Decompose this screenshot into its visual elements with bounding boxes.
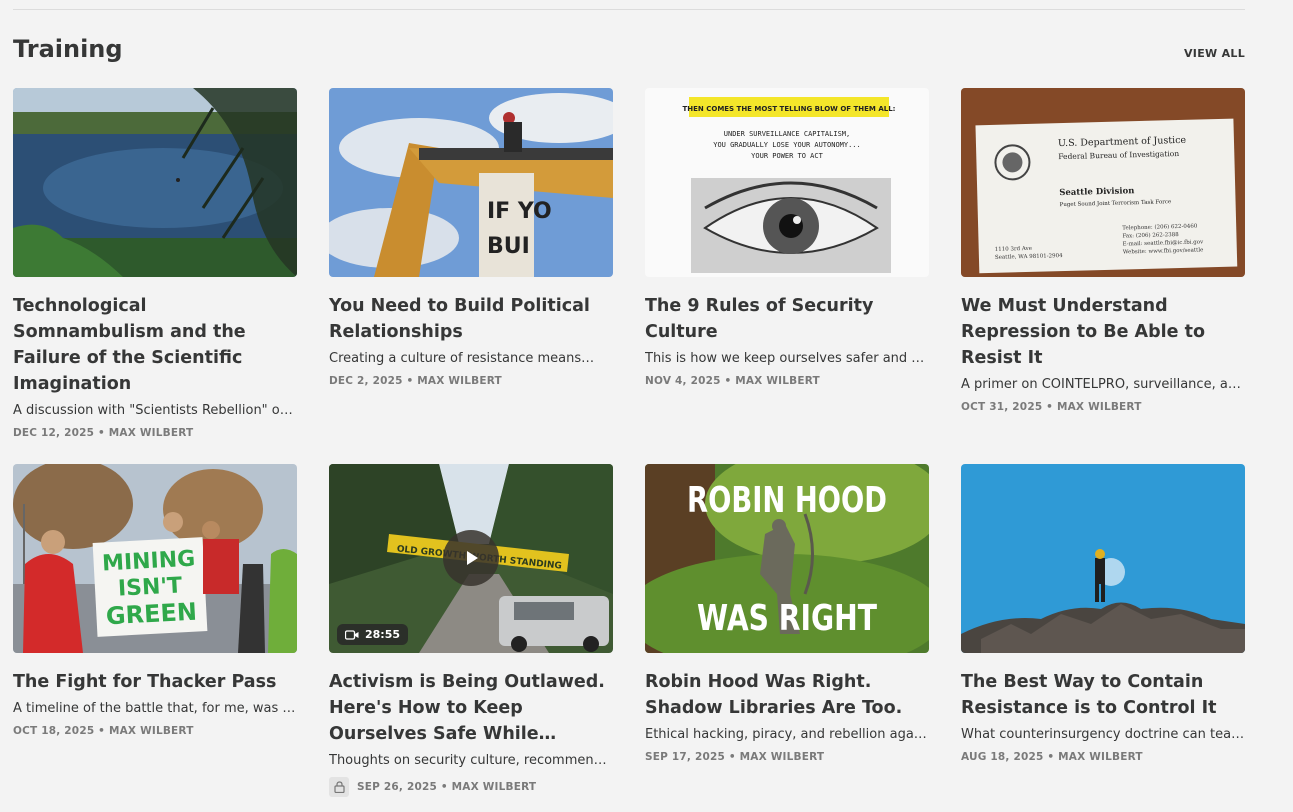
lake-image — [13, 88, 297, 277]
video-duration: 28:55 — [365, 628, 401, 641]
post-card[interactable]: The Best Way to Contain Resistance is to… — [961, 464, 1245, 763]
svg-text:UNDER SURVEILLANCE CAPITALISM,: UNDER SURVEILLANCE CAPITALISM, — [724, 130, 850, 138]
protest-march-image: MINING ISN'T GREEN — [13, 464, 297, 653]
post-subtitle: Ethical hacking, piracy, and rebellion a… — [645, 727, 929, 742]
play-button[interactable] — [443, 530, 499, 586]
post-subtitle: Thoughts on security culture, recommende… — [329, 753, 613, 768]
post-title[interactable]: Activism is Being Outlawed. Here's How t… — [329, 669, 613, 747]
post-thumbnail[interactable]: THEN COMES THE MOST TELLING BLOW OF THEM… — [645, 88, 929, 277]
post-subtitle: A timeline of the battle that, for me, w… — [13, 701, 297, 716]
post-meta: DEC 12, 2025 • MAX WILBERT — [13, 427, 297, 439]
post-thumbnail[interactable]: OLD GROWTH WORTH STANDING 28:55 — [329, 464, 613, 653]
post-subtitle: This is how we keep ourselves safer and … — [645, 351, 929, 366]
post-meta: SEP 17, 2025 • MAX WILBERT — [645, 751, 929, 763]
fbi-business-card-image: U.S. Department of Justice Federal Burea… — [961, 88, 1245, 277]
surveillance-eye-image: THEN COMES THE MOST TELLING BLOW OF THEM… — [645, 88, 929, 277]
post-meta: AUG 18, 2025 • MAX WILBERT — [961, 751, 1245, 763]
svg-text:ISN'T: ISN'T — [117, 573, 182, 601]
post-date-author: DEC 12, 2025 • MAX WILBERT — [13, 427, 194, 439]
post-card[interactable]: ROBIN HOOD WAS RIGHT Robin Hood Was Righ… — [645, 464, 929, 763]
post-date-author: NOV 4, 2025 • MAX WILBERT — [645, 375, 820, 387]
sign-text: IF YO — [487, 199, 552, 224]
post-title[interactable]: Robin Hood Was Right. Shadow Libraries A… — [645, 669, 929, 721]
post-card[interactable]: THEN COMES THE MOST TELLING BLOW OF THEM… — [645, 88, 929, 387]
video-camera-icon — [345, 629, 359, 640]
post-thumbnail[interactable]: U.S. Department of Justice Federal Burea… — [961, 88, 1245, 277]
post-title[interactable]: The 9 Rules of Security Culture — [645, 293, 929, 345]
svg-text:MINING: MINING — [101, 547, 195, 577]
post-date-author: DEC 2, 2025 • MAX WILBERT — [329, 375, 502, 387]
image-text-bottom: WAS RIGHT — [697, 598, 877, 639]
post-meta: OCT 18, 2025 • MAX WILBERT — [13, 725, 297, 737]
post-meta: DEC 2, 2025 • MAX WILBERT — [329, 375, 613, 387]
robin-hood-statue-image: ROBIN HOOD WAS RIGHT — [645, 464, 929, 653]
post-meta: SEP 26, 2025 • MAX WILBERT — [329, 777, 613, 797]
lock-icon — [333, 781, 345, 793]
post-thumbnail[interactable]: MINING ISN'T GREEN — [13, 464, 297, 653]
svg-text:YOUR POWER TO ACT: YOUR POWER TO ACT — [751, 152, 823, 160]
play-icon — [467, 551, 478, 565]
view-all-link[interactable]: VIEW ALL — [1184, 47, 1245, 60]
post-subtitle: A primer on COINTELPRO, surveillance, an… — [961, 377, 1245, 392]
image-text-top: ROBIN HOOD — [687, 480, 887, 521]
svg-text:Seattle Division: Seattle Division — [1059, 186, 1134, 198]
post-thumbnail[interactable] — [961, 464, 1245, 653]
post-thumbnail[interactable]: IF YO BUI — [329, 88, 613, 277]
post-title[interactable]: We Must Understand Repression to Be Able… — [961, 293, 1245, 371]
post-card[interactable]: Technological Somnambulism and the Failu… — [13, 88, 297, 439]
post-subtitle: What counterinsurgency doctrine can teac… — [961, 727, 1245, 742]
post-card[interactable]: IF YO BUI You Need to Build Political Re… — [329, 88, 613, 387]
post-card[interactable]: MINING ISN'T GREEN The Fight for Thacker… — [13, 464, 297, 737]
svg-text:YOU GRADUALLY LOSE YOUR AUTONO: YOU GRADUALLY LOSE YOUR AUTONOMY... — [713, 141, 861, 149]
post-card[interactable]: OLD GROWTH WORTH STANDING 28:55 Activism… — [329, 464, 613, 797]
svg-text:GREEN: GREEN — [105, 598, 197, 631]
svg-text:1110 3rd Ave: 1110 3rd Ave — [995, 246, 1032, 253]
rock-summit-image — [961, 464, 1245, 653]
post-meta: OCT 31, 2025 • MAX WILBERT — [961, 401, 1245, 413]
section-title: Training — [13, 35, 123, 63]
post-title[interactable]: The Fight for Thacker Pass — [13, 669, 297, 695]
post-date-author: SEP 26, 2025 • MAX WILBERT — [357, 781, 537, 793]
top-divider — [13, 9, 1245, 10]
post-subtitle: Creating a culture of resistance means… — [329, 351, 595, 366]
post-thumbnail[interactable] — [13, 88, 297, 277]
post-title[interactable]: You Need to Build Political Relationship… — [329, 293, 613, 345]
image-banner: THEN COMES THE MOST TELLING BLOW OF THEM… — [683, 105, 896, 113]
post-thumbnail[interactable]: ROBIN HOOD WAS RIGHT — [645, 464, 929, 653]
post-date-author: SEP 17, 2025 • MAX WILBERT — [645, 751, 825, 763]
post-date-author: OCT 18, 2025 • MAX WILBERT — [13, 725, 194, 737]
post-date-author: AUG 18, 2025 • MAX WILBERT — [961, 751, 1143, 763]
post-title[interactable]: The Best Way to Contain Resistance is to… — [961, 669, 1245, 721]
video-duration-badge: 28:55 — [337, 624, 409, 645]
post-date-author: OCT 31, 2025 • MAX WILBERT — [961, 401, 1142, 413]
paywall-badge — [329, 777, 349, 797]
svg-text:BUI: BUI — [487, 234, 530, 259]
post-meta: NOV 4, 2025 • MAX WILBERT — [645, 375, 929, 387]
post-card[interactable]: U.S. Department of Justice Federal Burea… — [961, 88, 1245, 413]
excavator-protest-image: IF YO BUI — [329, 88, 613, 277]
post-subtitle: A discussion with "Scientists Rebellion"… — [13, 403, 297, 418]
post-title[interactable]: Technological Somnambulism and the Failu… — [13, 293, 297, 397]
